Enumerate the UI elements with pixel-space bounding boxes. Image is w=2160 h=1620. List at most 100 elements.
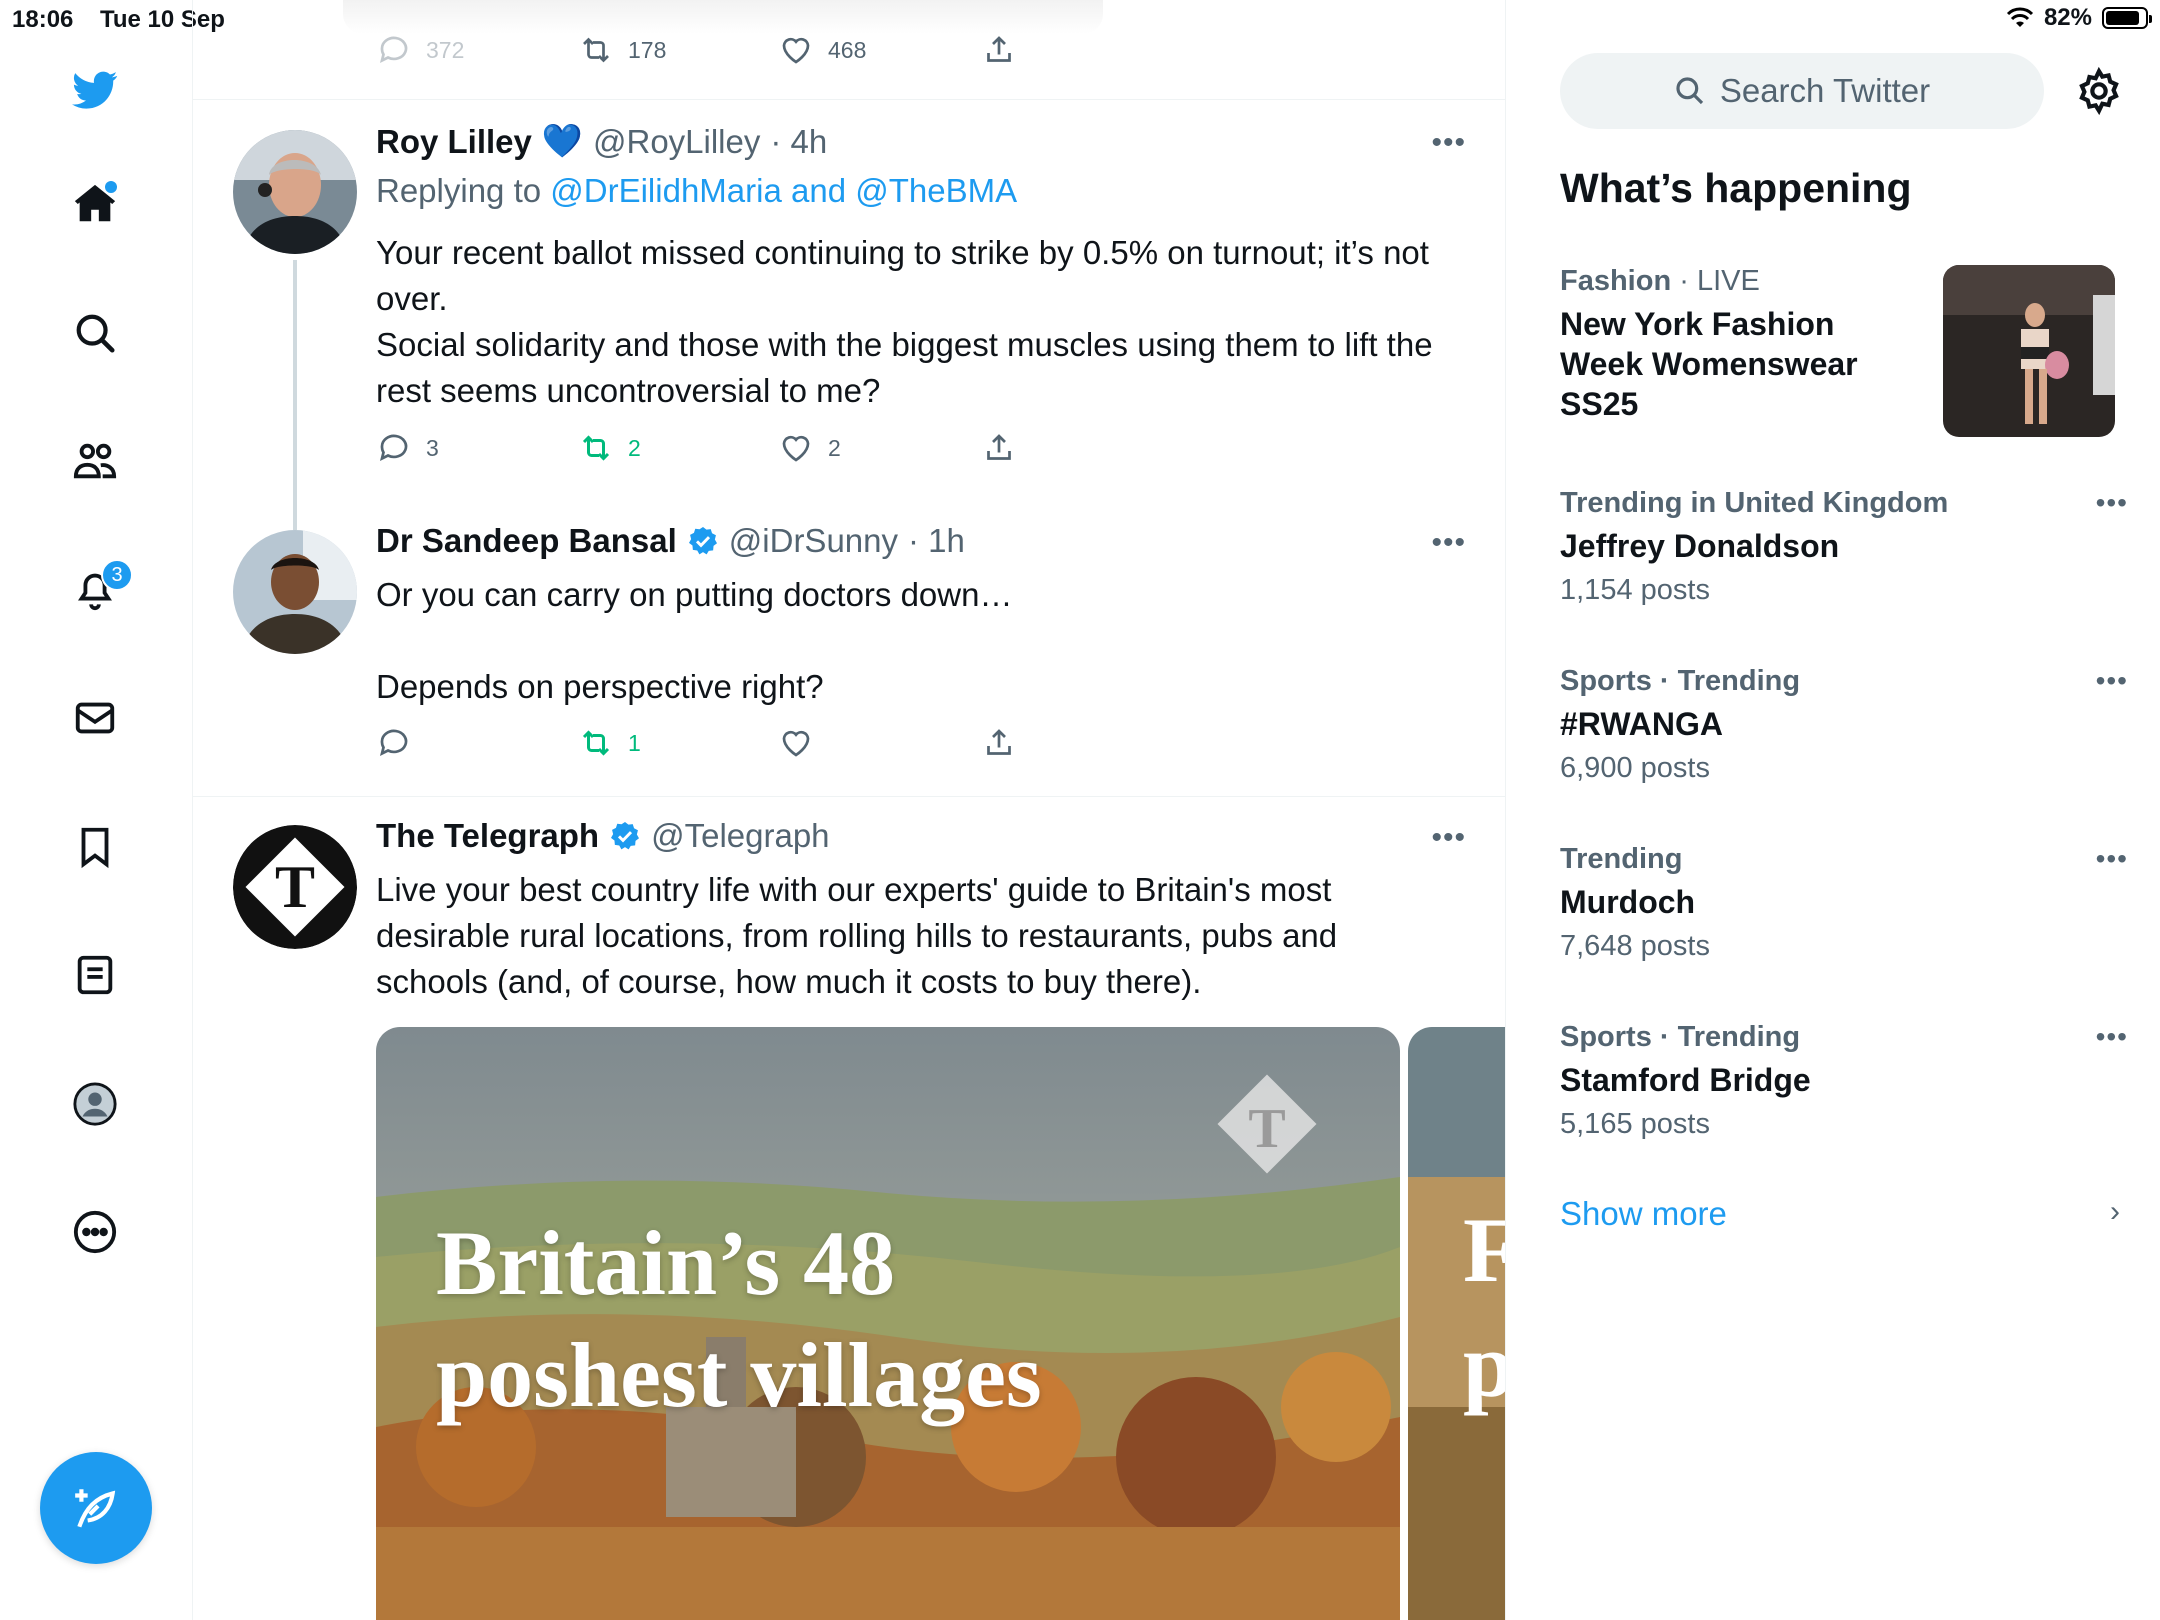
author-handle[interactable]: @Telegraph: [651, 817, 829, 855]
avatar[interactable]: [233, 530, 357, 654]
author-handle[interactable]: @RoyLilley: [593, 123, 760, 161]
trend-count: 7,648 posts: [1560, 930, 1710, 962]
reply-icon: [379, 36, 408, 64]
bookmarks-icon[interactable]: [63, 815, 127, 879]
tweet-more-icon[interactable]: •••: [1431, 126, 1466, 160]
tweet-sandeep-bansal[interactable]: Dr Sandeep Bansal @iDrSunny · 1h ••• Or …: [193, 500, 1505, 800]
trend-name: Stamford Bridge: [1560, 1062, 1811, 1098]
search-placeholder: Search Twitter: [1719, 72, 1931, 109]
trend-category: Trending: [1560, 843, 1683, 875]
trend-category: Sports · Trending: [1560, 1021, 1801, 1053]
trend-more-icon[interactable]: •••: [2096, 1021, 2128, 1053]
thread-line: [293, 260, 297, 530]
retweet-button[interactable]: 1: [578, 725, 641, 761]
share-button[interactable]: [981, 725, 1017, 761]
search-input[interactable]: Search Twitter: [1560, 53, 2044, 129]
author-name[interactable]: Roy Lilley: [376, 123, 532, 161]
trend-category: Sports · Trending: [1560, 665, 1801, 697]
like-button[interactable]: 468: [778, 32, 866, 68]
avatar[interactable]: [233, 130, 357, 254]
messages-envelope-icon[interactable]: [63, 686, 127, 750]
more-options-icon[interactable]: [63, 1200, 127, 1264]
notifications-bell-icon[interactable]: 3: [63, 557, 133, 621]
trend-item[interactable]: Sports · Trending #RWANGA 6,900 posts ••…: [1560, 665, 2127, 785]
tweet-more-icon[interactable]: •••: [1431, 821, 1466, 855]
compose-tweet-button[interactable]: [40, 1452, 152, 1564]
home-icon[interactable]: [63, 172, 127, 236]
reply-button[interactable]: 3: [376, 430, 439, 466]
reply-icon: [379, 434, 408, 462]
tweet-text: Your recent ballot missed continuing to …: [376, 234, 1433, 409]
communities-icon[interactable]: [63, 429, 127, 493]
tweet-roy-lilley[interactable]: Roy Lilley 💙 @RoyLilley · 4h ••• Replyin…: [193, 100, 1505, 530]
blue-heart-emoji: 💙: [541, 122, 583, 159]
tweet-media-image[interactable]: T Britain’s 48 poshest villages: [376, 1027, 1400, 1620]
trend-more-icon[interactable]: •••: [2096, 665, 2128, 697]
tweet-media-image-2[interactable]: F p: [1408, 1027, 1505, 1620]
whats-happening-title: What’s happening: [1560, 165, 1912, 211]
heart-icon: [782, 435, 810, 462]
trend-category: Trending in United Kingdom: [1560, 487, 1949, 519]
show-more-link[interactable]: Show more ›: [1560, 1195, 2120, 1233]
home-unread-dot: [105, 181, 117, 193]
replying-to: Replying to @DrEilidhMaria and @TheBMA: [376, 172, 1017, 210]
tweet-header: Roy Lilley 💙 @RoyLilley · 4h: [376, 122, 827, 161]
share-icon: [987, 36, 1011, 62]
settings-gear-icon[interactable]: [2074, 66, 2124, 116]
twitter-logo-icon[interactable]: [63, 58, 127, 122]
lists-icon[interactable]: [63, 943, 127, 1007]
trend-name: Murdoch: [1560, 884, 1696, 920]
trend-name: #RWANGA: [1560, 706, 1723, 742]
trend-more-icon[interactable]: •••: [2096, 487, 2128, 519]
replying-prefix: Replying to: [376, 172, 551, 209]
chevron-right-icon: ›: [2110, 1195, 2120, 1228]
trend-item[interactable]: Trending Murdoch 7,648 posts •••: [1560, 843, 2127, 963]
search-icon: [1676, 77, 1703, 105]
share-button[interactable]: [981, 430, 1017, 466]
retweet-button[interactable]: 2: [578, 430, 641, 466]
share-button[interactable]: [981, 32, 1017, 68]
right-sidebar: Search Twitter What’s happening Fashion …: [1507, 0, 2160, 1620]
like-count: 2: [828, 434, 841, 461]
timeline: 372 178 468 Roy Lilley 💙 @RoyLilley · 4h…: [193, 0, 1506, 1620]
author-handle[interactable]: @iDrSunny: [729, 522, 898, 560]
retweet-count: 2: [628, 434, 641, 461]
verified-badge-icon: [611, 822, 640, 850]
tweet-time[interactable]: · 4h: [770, 123, 827, 161]
reply-button[interactable]: [376, 725, 426, 761]
profile-avatar-icon[interactable]: [63, 1072, 127, 1136]
previous-tweet-media-edge: [343, 0, 1103, 34]
tweet-more-icon[interactable]: •••: [1431, 526, 1466, 560]
tweet-time[interactable]: · 1h: [908, 522, 965, 560]
tweet-text: Or you can carry on putting doctors down…: [376, 576, 1013, 705]
like-button[interactable]: 2: [778, 430, 841, 466]
author-name[interactable]: The Telegraph: [376, 817, 599, 855]
trend-name: Jeffrey Donaldson: [1560, 528, 1840, 564]
trend-count: 1,154 posts: [1560, 574, 1710, 606]
reply-button[interactable]: 372: [376, 32, 464, 68]
trend-thumbnail-image[interactable]: [1943, 265, 2115, 437]
tweet-actions: 1: [376, 725, 1276, 765]
left-nav: 3: [0, 0, 193, 1620]
trend-count: 6,900 posts: [1560, 752, 1710, 784]
replying-to-users[interactable]: @DrEilidhMaria and @TheBMA: [550, 172, 1017, 209]
tweet-actions: 3 2 2: [376, 430, 1276, 470]
avatar[interactable]: T: [233, 825, 357, 949]
notifications-badge: 3: [101, 559, 133, 591]
explore-search-icon[interactable]: [63, 301, 127, 365]
trend-item[interactable]: Trending in United Kingdom Jeffrey Donal…: [1560, 487, 2127, 607]
retweet-icon: [582, 435, 610, 461]
retweet-button[interactable]: 178: [578, 32, 666, 68]
trend-item[interactable]: Sports · Trending Stamford Bridge 5,165 …: [1560, 1021, 2127, 1141]
author-name[interactable]: Dr Sandeep Bansal: [376, 522, 677, 560]
reply-count: 372: [426, 36, 465, 63]
trend-more-icon[interactable]: •••: [2096, 843, 2128, 875]
svg-text:T: T: [275, 854, 315, 920]
share-icon: [987, 729, 1011, 755]
like-button[interactable]: [778, 725, 828, 761]
media-title: Britain’s 48 poshest villages: [436, 1212, 1042, 1426]
tweet-header: Dr Sandeep Bansal @iDrSunny · 1h: [376, 522, 965, 560]
retweet-icon: [583, 37, 609, 63]
previous-tweet-actions: 372 178 468: [193, 30, 1505, 100]
tweet-text: Live your best country life with our exp…: [376, 871, 1347, 1000]
